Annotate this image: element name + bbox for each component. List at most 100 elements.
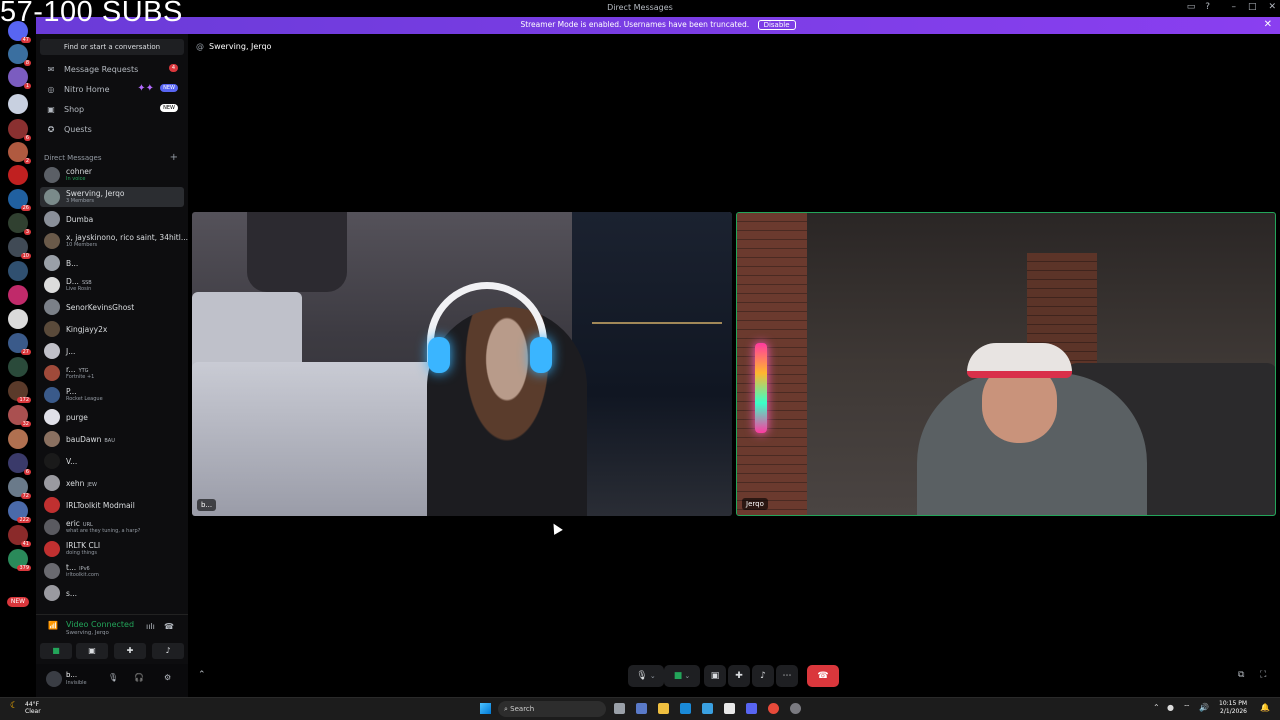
edge-icon[interactable] bbox=[680, 703, 691, 714]
dm-item[interactable]: purge bbox=[40, 407, 184, 427]
tray-chevron-icon[interactable]: ⌃ bbox=[1153, 703, 1160, 712]
server-icon[interactable] bbox=[8, 285, 28, 305]
file-explorer-icon[interactable] bbox=[658, 703, 669, 714]
server-icon[interactable]: 222 bbox=[8, 501, 31, 523]
weather-widget[interactable]: 44°F Clear bbox=[25, 701, 41, 715]
server-icon[interactable]: 26 bbox=[8, 189, 31, 211]
server-icon[interactable]: 2 bbox=[8, 142, 31, 164]
nav-nitro-home[interactable]: ◎ Nitro Home ✦✦ NEW bbox=[40, 80, 184, 98]
camera-toggle-button[interactable]: ■ bbox=[40, 643, 72, 659]
soundboard-button[interactable]: ♪ bbox=[152, 643, 184, 659]
weather-moon-icon[interactable]: ☾ bbox=[10, 701, 18, 711]
nav-message-requests[interactable]: ✉ Message Requests 4 bbox=[40, 60, 184, 78]
server-icon[interactable]: 1 bbox=[8, 67, 31, 89]
server-icon[interactable]: 6 bbox=[8, 453, 31, 475]
network-icon[interactable]: ⌔ bbox=[1183, 703, 1191, 713]
noise-suppression-icon[interactable]: ıılı bbox=[146, 622, 155, 631]
dm-item[interactable]: x, jayskinono, rico saint, 34hitl... 10 … bbox=[40, 231, 188, 251]
server-icon[interactable] bbox=[8, 165, 28, 185]
server-icon[interactable]: 8 bbox=[8, 44, 31, 66]
dm-item[interactable]: B... bbox=[40, 253, 184, 273]
voice-connected-label[interactable]: Video Connected bbox=[66, 620, 134, 629]
more-options-button[interactable]: ⋯ bbox=[776, 665, 798, 687]
server-icon[interactable]: 379 bbox=[8, 549, 31, 571]
help-icon[interactable]: ? bbox=[1205, 2, 1210, 12]
dm-item[interactable]: D... SSB Live Rosin bbox=[40, 275, 184, 295]
server-icon[interactable]: 72 bbox=[8, 477, 31, 499]
disconnect-icon[interactable]: ☎ bbox=[164, 622, 174, 631]
minimize-icon[interactable]: – bbox=[1231, 2, 1236, 12]
video-tile[interactable]: b... bbox=[192, 212, 732, 516]
headset-icon[interactable]: 🎧 bbox=[134, 673, 144, 682]
taskbar-clock[interactable]: 10:15 PM 2/1/2026 bbox=[1215, 700, 1247, 716]
video-tile-speaking[interactable]: Jerqo bbox=[736, 212, 1276, 516]
pop-out-icon[interactable]: ⧉ bbox=[1238, 670, 1244, 680]
server-icon[interactable]: 6 bbox=[8, 119, 31, 141]
sparkle-icon: ✦✦ bbox=[137, 83, 154, 94]
server-icon[interactable]: 172 bbox=[8, 381, 31, 403]
dm-item[interactable]: cohner In voice bbox=[40, 165, 184, 185]
disable-streamer-mode-button[interactable]: Disable bbox=[757, 20, 796, 30]
tray-app-icon[interactable]: ● bbox=[1167, 703, 1174, 712]
dm-item[interactable]: SenorKevinsGhost bbox=[40, 297, 184, 317]
server-icon[interactable] bbox=[8, 94, 28, 114]
activities-button[interactable]: ✚ bbox=[728, 665, 750, 687]
dm-item[interactable]: bauDawn BAU bbox=[40, 429, 184, 449]
notification-bell-icon[interactable]: 🔔 bbox=[1260, 703, 1270, 712]
server-icon[interactable]: 32 bbox=[8, 405, 31, 427]
maximize-icon[interactable]: □ bbox=[1248, 2, 1257, 12]
task-view-icon[interactable] bbox=[614, 703, 625, 714]
server-icon[interactable]: 27 bbox=[8, 333, 31, 355]
fullscreen-icon[interactable]: ⛶ bbox=[1260, 670, 1266, 680]
dm-item[interactable]: t... IPv6 irltoolkit.com bbox=[40, 561, 184, 581]
server-icon[interactable] bbox=[8, 357, 28, 377]
user-avatar[interactable] bbox=[46, 671, 62, 687]
mic-icon[interactable]: 🎙 bbox=[108, 673, 118, 682]
dm-item[interactable]: Dumba bbox=[40, 209, 184, 229]
signal-icon[interactable]: 📶 bbox=[48, 621, 58, 630]
dm-item[interactable]: xehn JEW bbox=[40, 473, 184, 493]
soundboard-button[interactable]: ♪ bbox=[752, 665, 774, 687]
end-call-button[interactable]: ☎ bbox=[807, 665, 839, 687]
volume-icon[interactable]: 🔊 bbox=[1199, 703, 1209, 712]
nav-quests[interactable]: ✪ Quests bbox=[40, 120, 184, 138]
notepad-icon[interactable] bbox=[724, 703, 735, 714]
chrome-icon[interactable] bbox=[768, 703, 779, 714]
server-icon[interactable] bbox=[8, 261, 28, 281]
dm-item[interactable]: Kingjayy2x bbox=[40, 319, 184, 339]
dm-item[interactable]: J... bbox=[40, 341, 184, 361]
server-icon[interactable] bbox=[8, 309, 28, 329]
server-icon[interactable]: 41 bbox=[8, 525, 31, 547]
dm-item[interactable]: P... Rocket League bbox=[40, 385, 184, 405]
store-icon[interactable] bbox=[702, 703, 713, 714]
copilot-icon[interactable] bbox=[636, 703, 647, 714]
activities-button[interactable]: ✚ bbox=[114, 643, 146, 659]
nav-shop[interactable]: ▣ Shop NEW bbox=[40, 100, 184, 118]
dm-item[interactable]: s... bbox=[40, 583, 184, 603]
dm-item-active[interactable]: Swerving, Jerqo 3 Members bbox=[40, 187, 184, 207]
discord-taskbar-icon[interactable] bbox=[746, 703, 757, 714]
inbox-icon[interactable]: ▭ bbox=[1187, 2, 1196, 12]
screen-share-button[interactable]: ▣ bbox=[704, 665, 726, 687]
dm-item[interactable]: r... YTG Fortnite +1 bbox=[40, 363, 184, 383]
close-window-icon[interactable]: ✕ bbox=[1268, 2, 1276, 12]
dm-item[interactable]: IRLTK CLI doing things bbox=[40, 539, 184, 559]
dm-item[interactable]: IRLToolkit Modmail bbox=[40, 495, 184, 515]
dm-item[interactable]: V... bbox=[40, 451, 184, 471]
server-icon[interactable]: 10 bbox=[8, 237, 31, 259]
server-icon[interactable] bbox=[8, 429, 28, 449]
new-servers-pill[interactable]: NEW bbox=[7, 597, 29, 607]
create-dm-plus-icon[interactable]: + bbox=[170, 152, 178, 163]
find-conversation-button[interactable]: Find or start a conversation bbox=[40, 39, 184, 55]
server-icon[interactable]: 3 bbox=[8, 213, 31, 235]
camera-button[interactable]: ■ ⌄ bbox=[664, 665, 700, 687]
settings-gear-icon[interactable]: ⚙ bbox=[164, 673, 171, 682]
chevron-up-icon[interactable]: ⌃ bbox=[198, 670, 206, 680]
dm-item[interactable]: eric URL what are they tuning, a harp? bbox=[40, 517, 184, 537]
mute-mic-button[interactable]: 🎙 ⌄ bbox=[628, 665, 664, 687]
screen-share-button[interactable]: ▣ bbox=[76, 643, 108, 659]
obs-icon[interactable] bbox=[790, 703, 801, 714]
banner-close-icon[interactable]: ✕ bbox=[1264, 19, 1272, 30]
start-button[interactable] bbox=[480, 703, 491, 714]
taskbar-search[interactable]: ⌕ Search bbox=[498, 701, 606, 717]
